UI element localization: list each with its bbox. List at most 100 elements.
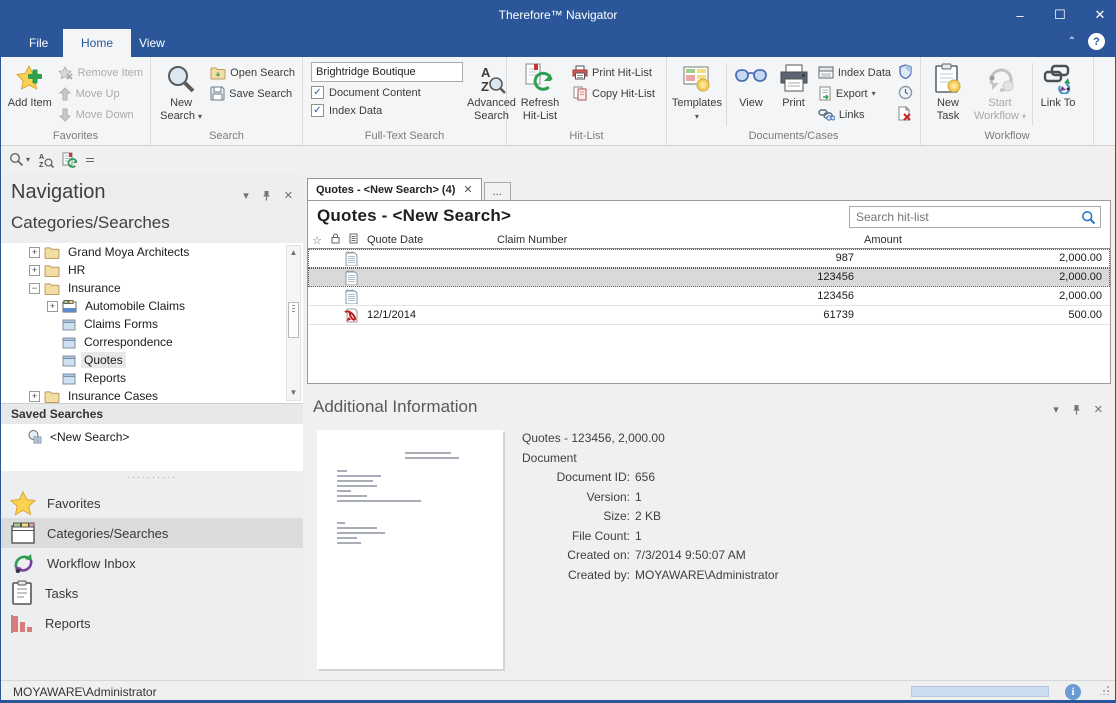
quick-search-button[interactable]: ▾: [9, 152, 30, 167]
tree-item-correspondence[interactable]: Correspondence: [1, 333, 303, 351]
hit-list-column-header[interactable]: ☆ Quote Date Claim Number Amount: [308, 232, 1110, 249]
column-claim-number[interactable]: Claim Number: [492, 234, 858, 246]
quick-access-toolbar: ▾ AZ: [1, 146, 1115, 173]
search-icon[interactable]: [1081, 210, 1096, 225]
resize-grip[interactable]: [1100, 686, 1109, 695]
tree-item-insurance-cases[interactable]: + Insurance Cases: [1, 387, 303, 403]
document-content-checkbox-row[interactable]: Document Content: [311, 85, 463, 100]
pin-icon[interactable]: [1072, 404, 1081, 415]
open-folder-icon: [210, 66, 226, 80]
templates-icon: [671, 61, 723, 97]
view-button[interactable]: View: [730, 60, 773, 110]
refresh-hitlist-button[interactable]: Refresh Hit-List: [511, 60, 569, 123]
move-up-button[interactable]: Move Up: [55, 83, 146, 104]
document-tab-strip: Quotes - <New Search> (4) ✕ ...: [307, 177, 1115, 200]
index-data-button[interactable]: Index Data: [815, 62, 894, 83]
tree-item-insurance[interactable]: − Insurance: [1, 279, 303, 297]
arrow-up-icon: [58, 87, 72, 101]
new-task-button[interactable]: New Task: [925, 60, 971, 123]
nav-button-reports[interactable]: Reports: [1, 608, 303, 638]
permissions-button[interactable]: [896, 62, 914, 80]
link-to-icon: [1036, 61, 1080, 97]
fulltext-query-input[interactable]: [311, 62, 463, 82]
start-workflow-button[interactable]: Start Workflow ▾: [971, 60, 1029, 123]
pane-close-icon[interactable]: ✕: [284, 189, 293, 202]
document-content-checkbox[interactable]: [311, 86, 324, 99]
export-button[interactable]: Export ▾: [815, 83, 894, 104]
links-button[interactable]: Links: [815, 104, 894, 125]
column-quote-date[interactable]: Quote Date: [362, 234, 492, 246]
nav-button-favorites[interactable]: Favorites: [1, 488, 303, 518]
close-button[interactable]: ✕: [1093, 7, 1107, 23]
pane-menu-icon[interactable]: ▾: [243, 189, 249, 202]
tree-item-automobile-claims[interactable]: + Automobile Claims: [1, 297, 303, 315]
expand-icon[interactable]: +: [47, 301, 58, 312]
save-search-button[interactable]: Save Search: [207, 83, 298, 104]
tab-quotes-new-search[interactable]: Quotes - <New Search> (4) ✕: [307, 178, 482, 200]
pin-icon[interactable]: [262, 190, 271, 201]
document-preview-thumbnail[interactable]: [317, 430, 503, 669]
quick-refresh-button[interactable]: [62, 152, 78, 168]
tab-close-icon[interactable]: ✕: [463, 183, 472, 196]
saved-search-new-search[interactable]: <New Search>: [1, 424, 303, 444]
tree-item-grand-moya-architects[interactable]: + Grand Moya Architects: [1, 243, 303, 261]
svg-text:A: A: [39, 154, 44, 161]
help-icon[interactable]: ?: [1088, 33, 1105, 50]
toolbar-overflow-icon[interactable]: [86, 156, 94, 164]
hit-row-1[interactable]: 987 2,000.00: [308, 249, 1110, 268]
index-data-checkbox[interactable]: [311, 104, 324, 117]
maximize-button[interactable]: ☐: [1053, 7, 1067, 23]
remove-item-button[interactable]: Remove Item: [55, 62, 146, 83]
info-icon[interactable]: i: [1065, 684, 1081, 700]
add-item-button[interactable]: Add Item: [5, 60, 55, 110]
tree-item-claims-forms[interactable]: Claims Forms: [1, 315, 303, 333]
column-amount[interactable]: Amount: [858, 234, 1110, 246]
minimize-button[interactable]: –: [1013, 8, 1027, 23]
pane-close-icon[interactable]: ✕: [1094, 403, 1103, 416]
expand-icon[interactable]: +: [29, 265, 40, 276]
hit-row-4[interactable]: 12/1/2014 61739 500.00: [308, 306, 1110, 325]
copy-hitlist-button[interactable]: Copy Hit-List: [569, 83, 658, 104]
quick-fulltext-button[interactable]: AZ: [38, 152, 54, 168]
collapse-icon[interactable]: −: [29, 283, 40, 294]
nav-button-tasks[interactable]: Tasks: [1, 578, 303, 608]
expand-icon[interactable]: +: [29, 391, 40, 402]
tree-scrollbar[interactable]: ▲ ▼: [286, 245, 301, 401]
printer-icon: [772, 61, 815, 97]
tab-file[interactable]: File: [11, 29, 66, 57]
link-to-button[interactable]: Link To: [1036, 60, 1080, 110]
pane-menu-icon[interactable]: ▾: [1053, 403, 1059, 416]
tree-item-hr[interactable]: + HR: [1, 261, 303, 279]
print-hitlist-button[interactable]: Print Hit-List: [569, 62, 658, 83]
search-icon: [155, 61, 207, 97]
document-column-icon: [344, 233, 362, 247]
tree-item-reports[interactable]: Reports: [1, 369, 303, 387]
hit-list-search-input[interactable]: [856, 207, 1071, 227]
svg-text:A: A: [481, 65, 491, 80]
open-search-button[interactable]: Open Search: [207, 62, 298, 83]
history-button[interactable]: [896, 83, 914, 101]
shield-icon: [899, 64, 912, 79]
tab-overflow[interactable]: ...: [484, 182, 511, 200]
hit-row-2-selected[interactable]: 123456 2,000.00: [308, 268, 1110, 287]
index-data-checkbox-row[interactable]: Index Data: [311, 103, 463, 118]
templates-button[interactable]: Templates ▾: [671, 60, 723, 123]
hit-list-search-box[interactable]: [849, 206, 1101, 228]
nav-button-categories-searches[interactable]: Categories/Searches: [1, 518, 303, 548]
links-icon: [818, 108, 835, 121]
hit-row-3[interactable]: 123456 2,000.00: [308, 287, 1110, 306]
scroll-up-icon[interactable]: ▲: [287, 246, 300, 260]
new-search-button[interactable]: New Search ▾: [155, 60, 207, 123]
scroll-thumb[interactable]: [288, 302, 299, 338]
scroll-down-icon[interactable]: ▼: [287, 386, 300, 400]
collapse-ribbon-icon[interactable]: ⌃: [1068, 36, 1076, 47]
expand-icon[interactable]: +: [29, 247, 40, 258]
delete-document-button[interactable]: [896, 104, 914, 122]
ribbon: Add Item Remove Item Move Up Move Down: [1, 57, 1115, 146]
tab-view[interactable]: View: [121, 29, 183, 57]
move-down-button[interactable]: Move Down: [55, 104, 146, 125]
panel-splitter[interactable]: ··········: [1, 471, 303, 485]
nav-button-workflow-inbox[interactable]: Workflow Inbox: [1, 548, 303, 578]
print-button[interactable]: Print: [772, 60, 815, 110]
tree-item-quotes[interactable]: Quotes: [1, 351, 303, 369]
